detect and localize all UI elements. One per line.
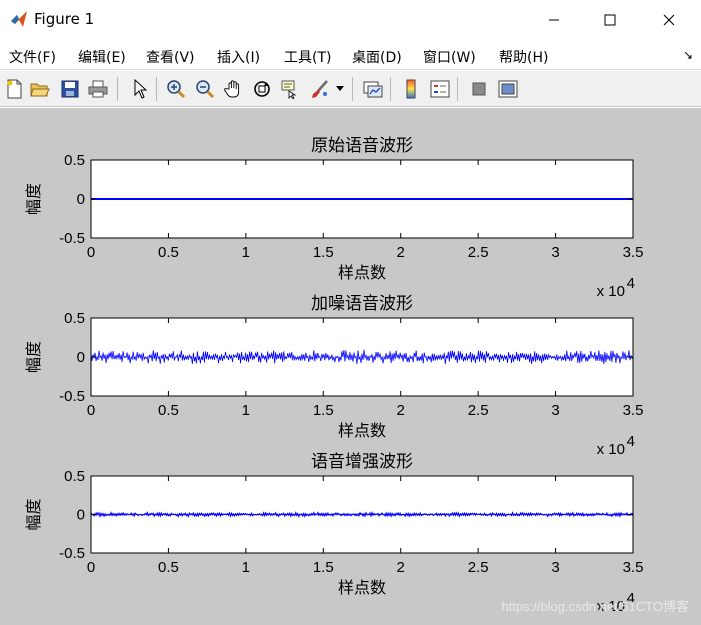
y-tick-label: 0.5 — [64, 310, 85, 327]
y-tick-label: 0.5 — [64, 152, 85, 169]
y-tick-label: 0 — [77, 349, 85, 366]
x-tick-label: 1.5 — [313, 402, 334, 419]
x-tick-label: 1 — [242, 559, 250, 576]
figure-plots: 0 0.5 1 1.5 2 2.5 3 3.50.50-0.5原始语音波形样点数幅度x 10 4… — [24, 136, 644, 615]
menu-desktop[interactable]: 桌面(D) — [352, 47, 402, 67]
zoom-in-icon[interactable] — [164, 77, 188, 101]
x-tick-label: 2 — [397, 559, 405, 576]
minimize-icon — [549, 19, 559, 21]
y-axis-label: 幅度 — [24, 341, 43, 373]
colorbar-icon[interactable] — [399, 77, 423, 101]
x-tick-label: 0 — [87, 559, 95, 576]
save-icon[interactable] — [58, 77, 82, 101]
menu-insert[interactable]: 插入(I) — [217, 47, 260, 67]
title-bar: Figure 1 — [0, 0, 701, 40]
toolbar-separator — [352, 77, 353, 101]
matlab-icon — [10, 10, 28, 28]
x-tick-label: 0.5 — [158, 402, 179, 419]
toolbar-separator — [457, 77, 458, 101]
axes-1-title: 原始语音波形 — [311, 136, 413, 156]
x-tick-label: 2.5 — [468, 559, 489, 576]
x-tick-label: 2 — [397, 402, 405, 419]
y-tick-label: -0.5 — [59, 545, 85, 562]
x-axis-label: 样点数 — [338, 421, 386, 440]
x-axis-exponent-power: 4 — [627, 433, 635, 450]
y-tick-label: -0.5 — [59, 230, 85, 247]
figure-toolbar — [0, 71, 701, 107]
brush-dropdown-icon[interactable] — [334, 77, 346, 101]
x-tick-label: 0 — [87, 402, 95, 419]
brush-icon[interactable] — [308, 77, 332, 101]
legend-icon[interactable] — [428, 77, 452, 101]
zoom-out-icon[interactable] — [193, 77, 217, 101]
new-figure-icon[interactable] — [2, 77, 26, 101]
y-tick-label: 0 — [77, 191, 85, 208]
close-button[interactable] — [641, 0, 697, 40]
hide-plot-tools-icon[interactable] — [467, 77, 491, 101]
watermark-text: https://blog.csdn.net/51CTO博客 — [501, 599, 689, 614]
figure-window: Figure 1 文件(F) 编辑(E) 查看(V) 插入(I) 工具(T) 桌… — [0, 0, 701, 625]
x-tick-label: 3 — [551, 559, 559, 576]
maximize-icon — [604, 14, 616, 26]
dock-arrow-icon[interactable]: ↘ — [683, 48, 693, 62]
pan-hand-icon[interactable] — [222, 77, 246, 101]
x-tick-label: 1 — [242, 244, 250, 261]
open-file-icon[interactable] — [28, 77, 52, 101]
y-axis-label: 幅度 — [24, 498, 43, 530]
x-tick-label: 0 — [87, 244, 95, 261]
menu-help[interactable]: 帮助(H) — [499, 47, 548, 67]
x-axis-label: 样点数 — [338, 578, 386, 597]
x-tick-label: 2.5 — [468, 402, 489, 419]
axes-2-title: 加噪语音波形 — [311, 294, 413, 314]
x-axis-exponent-power: 4 — [627, 275, 635, 292]
toolbar-separator — [156, 77, 157, 101]
x-axis-exponent: x 10 — [597, 441, 625, 458]
x-tick-label: 1.5 — [313, 559, 334, 576]
menu-file[interactable]: 文件(F) — [9, 47, 56, 67]
x-tick-label: 1.5 — [313, 244, 334, 261]
minimize-button[interactable] — [526, 0, 582, 40]
toolbar-separator — [117, 77, 118, 101]
close-icon — [663, 14, 675, 26]
menu-window[interactable]: 窗口(W) — [423, 47, 476, 67]
y-axis-label: 幅度 — [24, 183, 43, 215]
maximize-button[interactable] — [582, 0, 638, 40]
show-plot-tools-icon[interactable] — [496, 77, 520, 101]
x-tick-label: 3.5 — [623, 559, 644, 576]
menu-edit[interactable]: 编辑(E) — [78, 47, 126, 67]
x-tick-label: 0.5 — [158, 559, 179, 576]
x-axis-label: 样点数 — [338, 263, 386, 282]
menu-tools[interactable]: 工具(T) — [284, 47, 331, 67]
data-cursor-icon[interactable] — [278, 77, 302, 101]
figure-canvas: 0 0.5 1 1.5 2 2.5 3 3.5 0.5 0 -0.5 原始语音波形 样点数 幅度 x 10 4… — [0, 108, 701, 625]
x-tick-label: 3 — [551, 244, 559, 261]
toolbar-separator — [390, 77, 391, 101]
select-arrow-icon[interactable] — [128, 77, 152, 101]
link-plot-icon[interactable] — [361, 77, 385, 101]
menu-view[interactable]: 查看(V) — [146, 47, 195, 67]
x-tick-label: 0.5 — [158, 244, 179, 261]
menu-bar: 文件(F) 编辑(E) 查看(V) 插入(I) 工具(T) 桌面(D) 窗口(W… — [0, 40, 701, 70]
y-tick-label: 0 — [77, 507, 85, 524]
window-title: Figure 1 — [34, 10, 95, 28]
x-tick-label: 3.5 — [623, 244, 644, 261]
x-tick-label: 2 — [397, 244, 405, 261]
x-tick-label: 3.5 — [623, 402, 644, 419]
axes-3-title: 语音增强波形 — [311, 452, 413, 472]
print-icon[interactable] — [86, 77, 110, 101]
x-tick-label: 1 — [242, 402, 250, 419]
y-tick-label: -0.5 — [59, 388, 85, 405]
x-axis-exponent: x 10 — [597, 283, 625, 300]
x-tick-label: 2.5 — [468, 244, 489, 261]
y-tick-label: 0.5 — [64, 468, 85, 485]
x-tick-label: 3 — [551, 402, 559, 419]
rotate-3d-icon[interactable] — [250, 77, 274, 101]
